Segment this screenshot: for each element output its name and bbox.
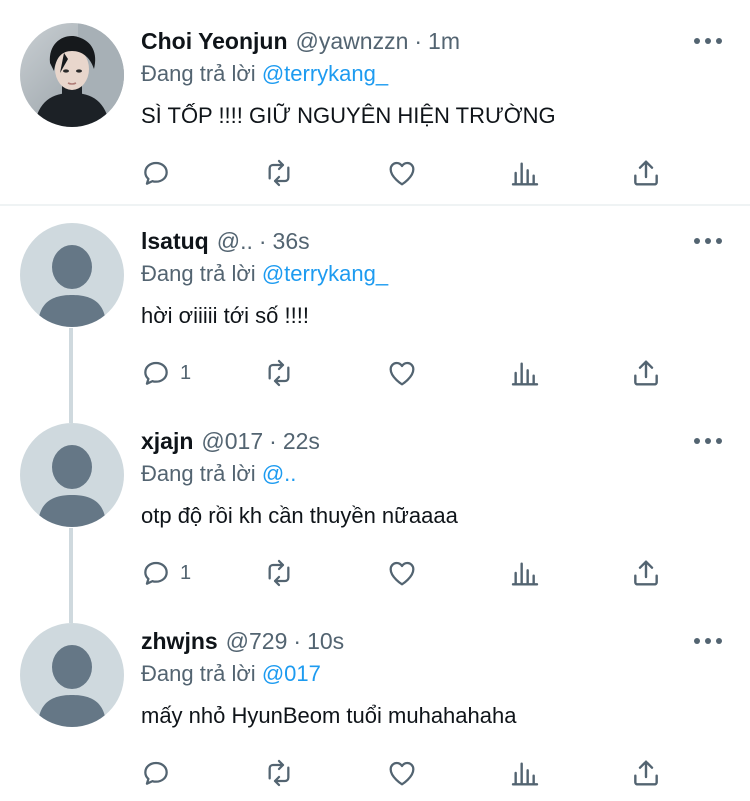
heart-icon — [389, 761, 415, 786]
tweet-text: mấy nhỏ HyunBeom tuổi muhahahaha — [141, 703, 517, 728]
retweet-icon — [268, 359, 290, 387]
analytics-icon — [511, 162, 539, 186]
default-avatar-icon — [20, 623, 124, 727]
tweet-header: Choi Yeonjun @yawnzzn · 1m — [141, 23, 460, 59]
avatar[interactable] — [20, 423, 124, 527]
more-icon[interactable] — [694, 231, 722, 251]
reply-count: 1 — [180, 561, 192, 584]
analytics-icon — [511, 762, 539, 786]
avatar[interactable] — [20, 23, 124, 127]
separator: · — [293, 627, 302, 654]
share-icon — [634, 160, 658, 186]
analytics-icon — [511, 562, 539, 586]
tweet[interactable]: Choi Yeonjun @yawnzzn · 1m Đang trả lời … — [0, 23, 750, 213]
retweet-icon — [268, 559, 290, 587]
reply-icon — [144, 161, 168, 185]
retweet-icon — [268, 759, 290, 787]
share-button[interactable] — [630, 153, 662, 193]
retweet-button[interactable] — [263, 153, 295, 193]
reply-count: 1 — [180, 361, 192, 384]
like-button[interactable] — [386, 753, 418, 793]
mention-link[interactable]: @.. — [262, 461, 297, 486]
like-button[interactable] — [386, 353, 418, 393]
reply-button[interactable]: 1 — [140, 553, 191, 593]
reply-icon — [144, 361, 168, 385]
tweet-header: zhwjns @729 · 10s — [141, 623, 344, 659]
user-handle[interactable]: @729 — [226, 628, 288, 655]
mention-link[interactable]: @017 — [262, 661, 321, 686]
divider — [0, 204, 750, 206]
tweet[interactable]: zhwjns @729 · 10s Đang trả lời @017 mấy … — [0, 623, 750, 801]
separator: · — [258, 227, 267, 254]
user-handle[interactable]: @.. — [217, 228, 253, 255]
timestamp[interactable]: 10s — [307, 628, 344, 655]
reply-button[interactable] — [140, 153, 180, 193]
action-bar: 1 — [0, 553, 750, 593]
user-handle[interactable]: @yawnzzn — [296, 28, 409, 55]
replying-to-label: Đang trả lời — [141, 61, 256, 86]
reply-icon — [144, 761, 168, 785]
share-button[interactable] — [630, 753, 662, 793]
display-name[interactable]: Choi Yeonjun — [141, 28, 288, 55]
more-icon[interactable] — [694, 31, 722, 51]
avatar[interactable] — [20, 223, 124, 327]
avatar[interactable] — [20, 623, 124, 727]
analytics-icon — [511, 362, 539, 386]
reply-button[interactable]: 1 — [140, 353, 191, 393]
mention-link[interactable]: @terrykang_ — [262, 61, 388, 86]
replying-to-label: Đang trả lời — [141, 461, 256, 486]
timestamp[interactable]: 1m — [428, 28, 460, 55]
like-button[interactable] — [386, 153, 418, 193]
replying-to-label: Đang trả lời — [141, 661, 256, 686]
default-avatar-icon — [20, 223, 124, 327]
display-name[interactable]: zhwjns — [141, 628, 218, 655]
display-name[interactable]: xjajn — [141, 428, 193, 455]
action-bar: 1 — [0, 353, 750, 393]
retweet-button[interactable] — [263, 553, 295, 593]
tweet-header: xjajn @017 · 22s — [141, 423, 320, 459]
timestamp[interactable]: 36s — [273, 228, 310, 255]
tweet[interactable]: lsatuq @.. · 36s Đang trả lời @terrykang… — [0, 223, 750, 413]
replying-to: Đang trả lời @.. — [141, 461, 296, 487]
retweet-button[interactable] — [263, 753, 295, 793]
reply-icon — [144, 561, 168, 585]
views-button[interactable] — [509, 553, 541, 593]
replying-to: Đang trả lời @terrykang_ — [141, 61, 388, 87]
share-icon — [634, 760, 658, 786]
display-name[interactable]: lsatuq — [141, 228, 209, 255]
share-icon — [634, 560, 658, 586]
action-bar — [0, 753, 750, 793]
user-handle[interactable]: @017 — [201, 428, 263, 455]
heart-icon — [389, 361, 415, 386]
tweet-text: hời ơiiiii tới số !!!! — [141, 303, 309, 328]
replying-to: Đang trả lời @017 — [141, 661, 321, 687]
views-button[interactable] — [509, 753, 541, 793]
retweet-button[interactable] — [263, 353, 295, 393]
heart-icon — [389, 561, 415, 586]
share-button[interactable] — [630, 353, 662, 393]
default-avatar-icon — [20, 423, 124, 527]
views-button[interactable] — [509, 153, 541, 193]
more-icon[interactable] — [694, 431, 722, 451]
timestamp[interactable]: 22s — [283, 428, 320, 455]
profile-photo — [20, 23, 124, 127]
replying-to-label: Đang trả lời — [141, 261, 256, 286]
views-button[interactable] — [509, 353, 541, 393]
reply-button[interactable] — [140, 753, 180, 793]
tweet-text: otp độ rồi kh cần thuyền nữaaaa — [141, 503, 458, 528]
separator: · — [269, 427, 277, 454]
replying-to: Đang trả lời @terrykang_ — [141, 261, 388, 287]
action-bar — [0, 153, 750, 193]
mention-link[interactable]: @terrykang_ — [262, 261, 388, 286]
more-icon[interactable] — [694, 631, 722, 651]
tweet[interactable]: xjajn @017 · 22s Đang trả lời @.. otp độ… — [0, 423, 750, 613]
heart-icon — [389, 161, 415, 186]
separator: · — [414, 27, 423, 54]
share-button[interactable] — [630, 553, 662, 593]
tweet-header: lsatuq @.. · 36s — [141, 223, 310, 259]
retweet-icon — [268, 159, 290, 187]
like-button[interactable] — [386, 553, 418, 593]
share-icon — [634, 360, 658, 386]
tweet-text: SÌ TỐP !!!! GIỮ NGUYÊN HIỆN TRƯỜNG — [141, 103, 556, 128]
